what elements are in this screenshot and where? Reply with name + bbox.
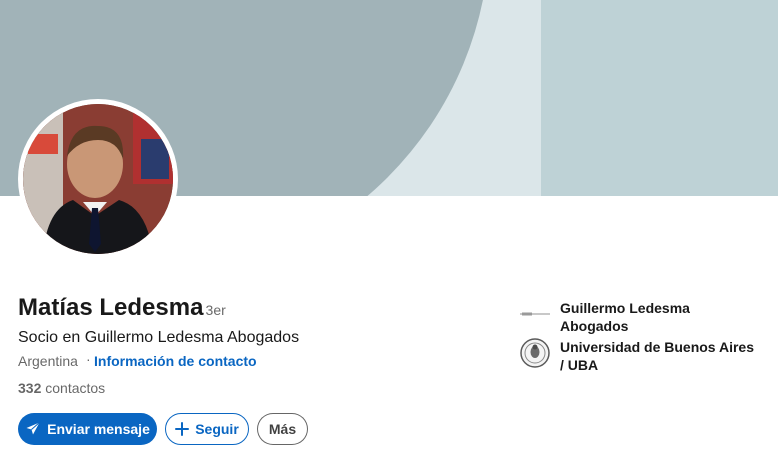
company-name: Guillermo Ledesma Abogados bbox=[560, 300, 690, 334]
plus-icon bbox=[175, 422, 190, 436]
separator-dot: · bbox=[86, 351, 91, 367]
connections-number: 332 bbox=[18, 380, 42, 396]
send-message-button[interactable]: Enviar mensaje bbox=[18, 413, 157, 445]
avatar-frame[interactable] bbox=[19, 100, 177, 258]
profile-headline: Socio en Guillermo Ledesma Abogados bbox=[18, 329, 300, 346]
company-logo-icon bbox=[520, 299, 550, 329]
connection-degree: · 3er bbox=[197, 302, 226, 318]
connections-label: contactos bbox=[45, 380, 106, 396]
current-company[interactable]: Guillermo Ledesma Abogados bbox=[520, 299, 760, 335]
more-label: Más bbox=[268, 421, 297, 437]
connections-count[interactable]: 332 contactos bbox=[18, 380, 105, 396]
follow-button[interactable]: Seguir bbox=[165, 413, 249, 445]
follow-label: Seguir bbox=[195, 421, 239, 437]
avatar[interactable] bbox=[23, 104, 173, 254]
school-name: Universidad de Buenos Aires / UBA bbox=[560, 339, 754, 373]
profile-name: Matías Ledesma bbox=[18, 294, 204, 321]
education-school[interactable]: Universidad de Buenos Aires / UBA bbox=[520, 338, 760, 374]
university-seal-icon bbox=[520, 338, 550, 368]
send-message-label: Enviar mensaje bbox=[47, 421, 150, 437]
contact-info-link[interactable]: Información de contacto bbox=[94, 353, 257, 369]
profile-location: Argentina bbox=[18, 353, 78, 369]
more-button[interactable]: Más bbox=[257, 413, 308, 445]
banner-right-panel bbox=[541, 0, 778, 196]
send-icon bbox=[25, 421, 41, 437]
profile-photo bbox=[23, 104, 173, 254]
